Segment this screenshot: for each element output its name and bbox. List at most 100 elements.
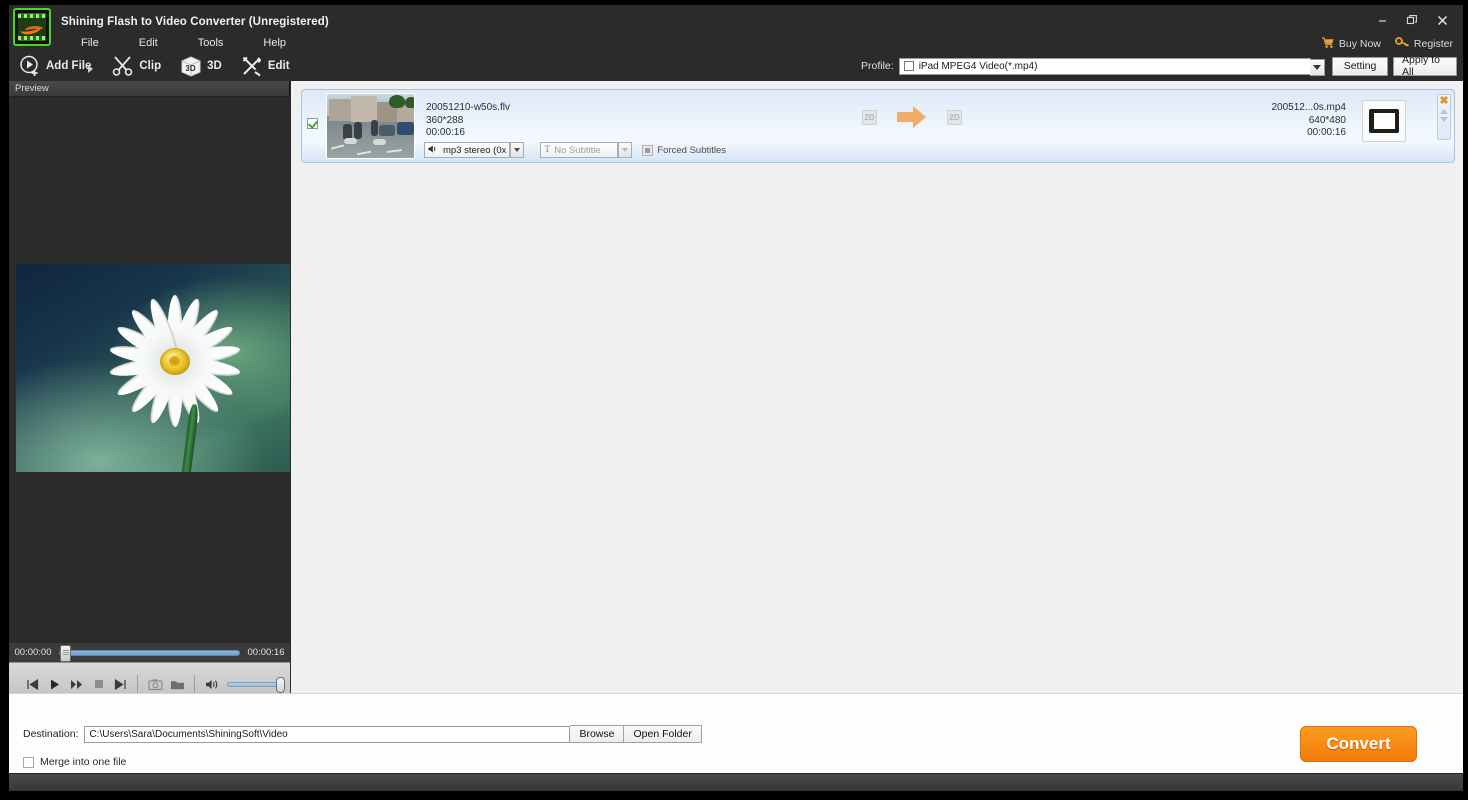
svg-text:3D: 3D [185, 64, 195, 73]
badge-input-2d: 2D [862, 109, 877, 125]
total-time-label: 00:00:16 [247, 647, 285, 658]
fast-forward-icon[interactable] [66, 673, 87, 695]
bottom-bar: Destination: C:\Users\Sara\Documents\Shi… [9, 693, 1463, 775]
triangle-up-icon[interactable] [1440, 109, 1448, 114]
volume-slider-thumb[interactable] [276, 676, 285, 693]
arrow-right-icon [897, 106, 927, 128]
buy-now-button[interactable]: Buy Now [1321, 36, 1381, 52]
status-bar [9, 773, 1463, 791]
menu-item-help[interactable]: Help [243, 37, 306, 49]
scissors-icon [111, 54, 135, 78]
tools-wrench-icon [240, 54, 264, 78]
cube-3d-icon: 3D [179, 54, 203, 78]
browse-button[interactable]: Browse [570, 725, 625, 743]
shopping-cart-icon [1321, 36, 1335, 52]
destination-input[interactable]: C:\Users\Sara\Documents\ShiningSoft\Vide… [84, 725, 571, 743]
conversion-indicator: 2D 2D [862, 106, 962, 128]
merge-checkbox[interactable] [23, 756, 34, 768]
minimize-icon[interactable] [1367, 11, 1397, 29]
threed-button[interactable]: 3D 3D [170, 52, 231, 80]
setting-button[interactable]: Setting [1332, 56, 1389, 76]
key-icon [1394, 36, 1410, 52]
row-actions: ✖ [1437, 94, 1451, 140]
speaker-icon[interactable] [202, 673, 223, 695]
edit-label: Edit [267, 60, 290, 72]
subtitle-dropdown-icon[interactable] [618, 142, 633, 158]
subtitle-value: No Subtitle [554, 144, 601, 156]
profile-checkbox[interactable] [903, 61, 914, 71]
buy-now-label: Buy Now [1338, 38, 1381, 50]
audio-track-combobox[interactable]: mp3 stereo (0x [424, 142, 511, 158]
source-filename: 20051210-w50s.flv [426, 102, 510, 113]
merge-label: Merge into one file [40, 756, 127, 768]
output-duration: 00:00:16 [1307, 127, 1346, 138]
chevron-down-icon[interactable] [88, 64, 94, 73]
seek-slider-thumb[interactable] [60, 644, 71, 662]
source-thumbnail [326, 93, 415, 159]
forced-subtitles-checkbox[interactable] [642, 144, 654, 156]
clip-button[interactable]: Clip [102, 52, 170, 80]
clip-label: Clip [139, 60, 162, 72]
output-preview-button[interactable] [1362, 100, 1406, 142]
audio-track-value: mp3 stereo (0x [443, 144, 507, 156]
monitor-icon [1369, 109, 1399, 133]
source-file-info: 20051210-w50s.flv 360*288 00:00:16 [426, 102, 510, 140]
row-checkbox[interactable] [307, 118, 318, 129]
daisy-flower-graphic [100, 286, 250, 436]
table-row[interactable]: 20051210-w50s.flv 360*288 00:00:16 mp3 s… [301, 89, 1455, 163]
volume-slider[interactable] [227, 676, 285, 693]
forced-subtitles-toggle[interactable]: Forced Subtitles [642, 144, 727, 156]
source-duration: 00:00:16 [426, 127, 465, 138]
apply-to-all-button[interactable]: Apply to All [1393, 54, 1457, 78]
merge-option[interactable]: Merge into one file [23, 756, 126, 768]
profile-bar: Profile: iPad MPEG4 Video(*.mp4) Setting… [861, 54, 1457, 78]
seek-slider[interactable] [59, 644, 240, 662]
source-resolution: 360*288 [426, 114, 464, 126]
edit-button[interactable]: Edit [231, 52, 299, 80]
play-icon[interactable] [44, 673, 65, 695]
skip-back-icon[interactable] [22, 673, 43, 695]
current-time-label: 00:00:00 [14, 647, 52, 658]
file-list-area: 20051210-w50s.flv 360*288 00:00:16 mp3 s… [291, 81, 1463, 693]
menu-item-tools[interactable]: Tools [178, 37, 244, 49]
preview-timeline: 00:00:00 00:00:16 [9, 643, 290, 662]
divider [194, 675, 195, 693]
app-root: Shining Flash to Video Converter (Unregi… [0, 0, 1468, 800]
track-selectors: mp3 stereo (0x T No Subtitle Forced Subt… [424, 142, 726, 158]
menu-item-edit[interactable]: Edit [119, 37, 178, 49]
destination-row: Destination: C:\Users\Sara\Documents\Shi… [23, 725, 702, 743]
close-icon[interactable] [1427, 11, 1457, 29]
add-file-button[interactable]: Add File [9, 52, 102, 80]
open-folder-button[interactable]: Open Folder [624, 725, 702, 743]
title-bar: Shining Flash to Video Converter (Unregi… [9, 5, 1463, 46]
preview-video-image [16, 264, 290, 472]
audio-track-dropdown-icon[interactable] [510, 142, 525, 158]
subtitle-combobox[interactable]: T No Subtitle [540, 142, 619, 158]
profile-combobox[interactable]: iPad MPEG4 Video(*.mp4) [898, 57, 1326, 76]
close-x-icon[interactable]: ✖ [1439, 96, 1448, 107]
skip-forward-icon[interactable] [110, 673, 131, 695]
menu-bar: File Edit Tools Help [61, 33, 306, 53]
divider [137, 675, 138, 693]
preview-header: Preview [9, 81, 289, 97]
profile-selected-value: iPad MPEG4 Video(*.mp4) [918, 60, 1038, 72]
threed-label: 3D [207, 60, 222, 72]
restore-icon[interactable] [1397, 11, 1427, 29]
preview-header-label: Preview [15, 83, 49, 94]
folder-icon[interactable] [167, 673, 188, 695]
forced-subtitles-label: Forced Subtitles [657, 144, 727, 156]
preview-stage[interactable]: 00:00:00 00:00:16 [9, 97, 290, 705]
convert-button[interactable]: Convert [1300, 726, 1417, 762]
menu-item-file[interactable]: File [61, 37, 119, 49]
stop-icon[interactable] [88, 673, 109, 695]
add-file-label: Add File [46, 60, 92, 72]
output-filename: 200512...0s.mp4 [1271, 102, 1347, 113]
add-file-icon [18, 54, 42, 78]
register-button[interactable]: Register [1394, 36, 1453, 52]
register-label: Register [1413, 38, 1453, 50]
output-resolution: 640*480 [1308, 114, 1346, 126]
camera-icon[interactable] [145, 673, 166, 695]
triangle-down-icon[interactable] [1440, 117, 1448, 122]
chevron-down-icon[interactable] [1310, 58, 1326, 76]
output-file-info: 200512...0s.mp4 640*480 00:00:16 [1250, 94, 1347, 156]
